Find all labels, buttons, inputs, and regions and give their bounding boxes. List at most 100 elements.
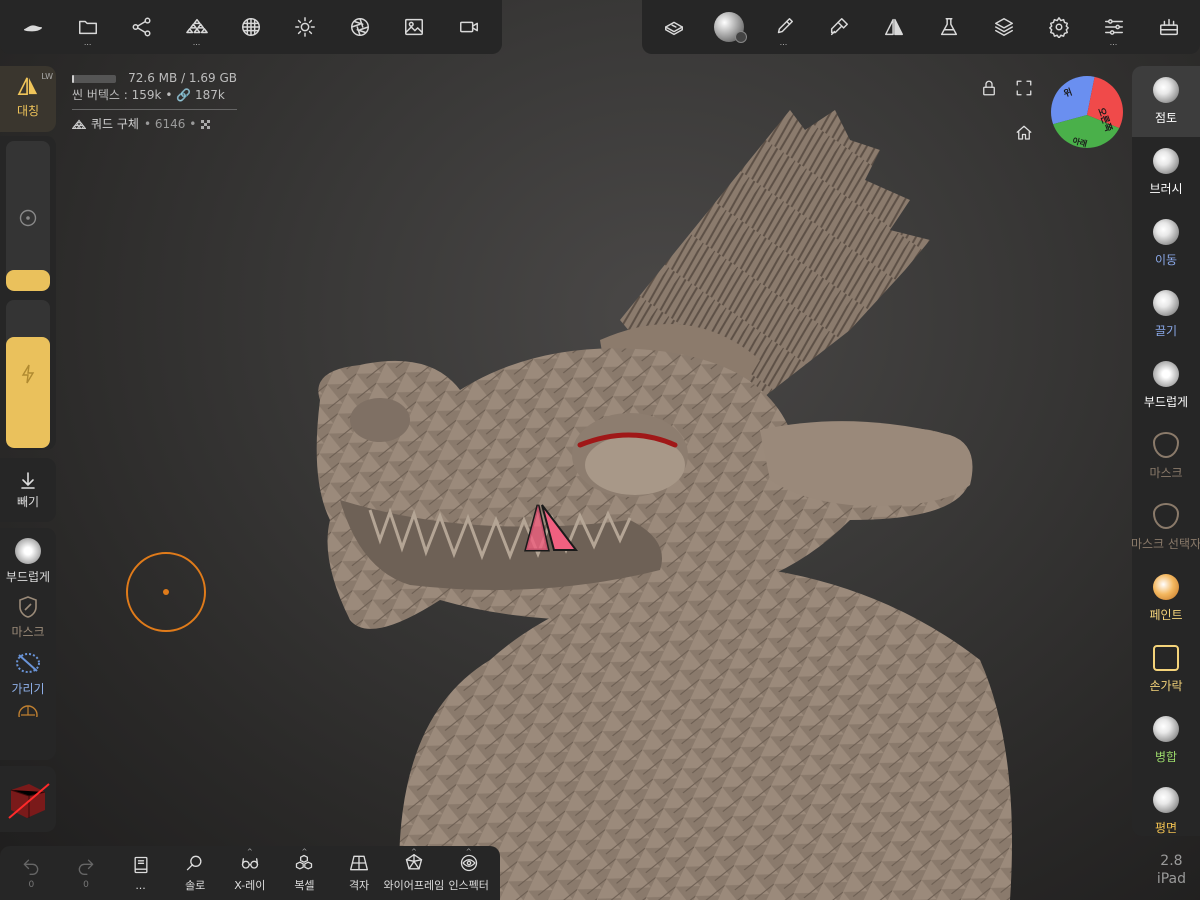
merge-tool-icon bbox=[1153, 716, 1179, 742]
stroke-button[interactable] bbox=[819, 7, 859, 47]
xray-caret: ^ bbox=[246, 848, 253, 856]
topology-icon bbox=[241, 18, 260, 36]
sculpt-model[interactable] bbox=[290, 100, 1020, 900]
radius-slider-fill bbox=[6, 270, 50, 291]
wireframe-label: 와이어프레임 bbox=[383, 879, 445, 892]
project-logo-button[interactable] bbox=[13, 7, 53, 47]
glasses-icon bbox=[241, 858, 258, 869]
tool-flatten[interactable]: 평면 bbox=[1132, 776, 1200, 836]
xray-button[interactable]: ^ X-레이 bbox=[223, 846, 278, 900]
tool-merge[interactable]: 병합 bbox=[1132, 705, 1200, 776]
symmetry-badge: LW bbox=[41, 72, 53, 81]
redo-button[interactable]: 0 bbox=[59, 846, 114, 900]
hide-icon bbox=[16, 653, 40, 673]
grid-button[interactable]: 격자 bbox=[332, 846, 387, 900]
memory-usage-fill bbox=[72, 74, 74, 83]
brush-cursor bbox=[126, 552, 206, 632]
vertices-row: 씬 버텍스 : 159k • 🔗 187k bbox=[72, 87, 237, 104]
subtract-button[interactable]: 빼기 bbox=[0, 458, 56, 522]
solo-button[interactable]: 솔로 bbox=[168, 846, 223, 900]
symmetry-icon bbox=[884, 18, 903, 36]
tool-mask[interactable]: 마스크 bbox=[1132, 421, 1200, 492]
target-icon bbox=[18, 705, 38, 717]
tools-button[interactable] bbox=[1149, 7, 1189, 47]
tool-finger[interactable]: 손가락 bbox=[1132, 634, 1200, 705]
tool-paint-label: 페인트 bbox=[1149, 608, 1183, 622]
painting-icon bbox=[777, 18, 793, 34]
finger-tool-icon bbox=[1153, 645, 1179, 671]
tool-mask-label: 마스크 bbox=[1149, 466, 1183, 480]
lighting-icon bbox=[295, 17, 316, 37]
tool-clay[interactable]: 점토 bbox=[1132, 66, 1200, 137]
radius-slider[interactable] bbox=[6, 141, 50, 291]
tool-paint[interactable]: 페인트 bbox=[1132, 563, 1200, 634]
smooth-tool-icon bbox=[1153, 361, 1179, 387]
material-button[interactable] bbox=[709, 7, 749, 47]
camera-button[interactable] bbox=[449, 7, 489, 47]
quick-hide-label: 가리기 bbox=[11, 682, 45, 696]
brush-cursor-center bbox=[163, 589, 169, 595]
tool-move-label: 이동 bbox=[1154, 253, 1178, 267]
history-button[interactable]: ... bbox=[113, 846, 168, 900]
painting-button[interactable]: ... bbox=[764, 7, 804, 47]
fullscreen-button[interactable] bbox=[1015, 79, 1033, 97]
layers-button[interactable] bbox=[984, 7, 1024, 47]
mesh-icon bbox=[72, 118, 86, 129]
flatten-tool-icon bbox=[1153, 787, 1179, 813]
settings-button[interactable] bbox=[1039, 7, 1079, 47]
quick-hide-button[interactable]: 가리기 bbox=[0, 650, 56, 697]
experimental-button[interactable] bbox=[929, 7, 969, 47]
undo-count: 0 bbox=[28, 880, 35, 890]
sliders-button[interactable]: ... bbox=[1094, 7, 1134, 47]
intensity-slider[interactable] bbox=[6, 300, 50, 448]
scene-graph-button[interactable] bbox=[122, 7, 162, 47]
mesh-name: 쿼드 구체 bbox=[91, 117, 139, 131]
home-view-button[interactable] bbox=[1015, 124, 1033, 142]
symmetry-icon bbox=[17, 77, 38, 95]
checker-icon bbox=[201, 119, 211, 129]
files-button[interactable]: ... bbox=[68, 7, 108, 47]
tool-drag[interactable]: 끌기 bbox=[1132, 279, 1200, 350]
paint-tool-icon bbox=[1153, 574, 1179, 600]
tool-move[interactable]: 이동 bbox=[1132, 208, 1200, 279]
mask-selector-tool-icon bbox=[1153, 503, 1179, 529]
tools-icon bbox=[1159, 18, 1178, 36]
tool-brush-label: 브러시 bbox=[1149, 182, 1183, 196]
wireframe-button[interactable]: ^ 와이어프레임 bbox=[384, 846, 445, 900]
tool-smooth[interactable]: 부드럽게 bbox=[1132, 350, 1200, 421]
mask-tool-icon bbox=[1153, 432, 1179, 458]
undo-button[interactable]: 0 bbox=[4, 846, 59, 900]
tool-mask-selector-label: 마스크 선택자 bbox=[1132, 537, 1200, 551]
post-process-button[interactable] bbox=[340, 7, 380, 47]
tool-clay-label: 점토 bbox=[1154, 111, 1178, 125]
quick-mask-button[interactable]: 마스크 bbox=[0, 595, 56, 640]
lighting-button[interactable] bbox=[285, 7, 325, 47]
book-icon bbox=[134, 856, 148, 873]
quick-extra-button[interactable] bbox=[0, 701, 56, 717]
lock-camera-button[interactable] bbox=[980, 79, 998, 97]
experimental-icon bbox=[940, 18, 957, 36]
move-tool-icon bbox=[1153, 219, 1179, 245]
tool-brush[interactable]: 브러시 bbox=[1132, 137, 1200, 208]
mesh-info[interactable]: 쿼드 구체 • 6146 • bbox=[72, 116, 237, 133]
multiresolution-icon bbox=[185, 18, 208, 34]
symmetry-toggle-button[interactable]: LW 대칭 bbox=[0, 66, 56, 132]
gizmo-button[interactable] bbox=[654, 7, 694, 47]
view-cube[interactable]: 위 오른쪽 아래 bbox=[1050, 75, 1124, 149]
tool-mask-selector[interactable]: 마스크 선택자 bbox=[1132, 492, 1200, 563]
quick-smooth-button[interactable]: 부드럽게 bbox=[0, 538, 56, 585]
inspector-button[interactable]: ^ 인스펙터 bbox=[441, 846, 496, 900]
matcap-button[interactable] bbox=[0, 766, 56, 832]
inspector-label: 인스펙터 bbox=[448, 879, 489, 892]
multiresolution-button[interactable]: ... bbox=[177, 7, 217, 47]
voxel-button[interactable]: ^ 복셀 bbox=[277, 846, 332, 900]
memory-row: 72.6 MB / 1.69 GB bbox=[72, 70, 237, 87]
memory-usage-bar bbox=[72, 74, 117, 83]
multiresolution-more-indicator: ... bbox=[192, 38, 201, 47]
grid-label: 격자 bbox=[348, 879, 370, 892]
symmetry-button[interactable] bbox=[874, 7, 914, 47]
topology-button[interactable] bbox=[231, 7, 271, 47]
version-number: 2.8 bbox=[1160, 853, 1183, 869]
background-image-button[interactable] bbox=[394, 7, 434, 47]
solo-label: 솔로 bbox=[185, 879, 206, 892]
